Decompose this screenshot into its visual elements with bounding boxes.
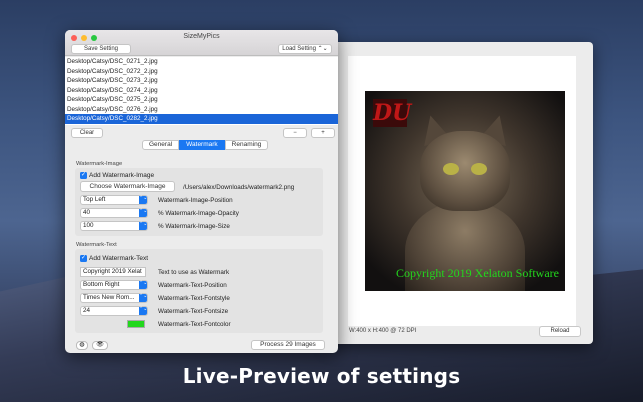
tab-general[interactable]: General xyxy=(142,140,180,150)
process-images-button[interactable]: Process 29 Images xyxy=(251,340,325,350)
choose-watermark-image-button[interactable]: Choose Watermark-Image xyxy=(80,181,175,192)
save-setting-button[interactable]: Save Setting xyxy=(71,44,131,54)
list-item[interactable]: Desktop/Catsy/DSC_0275_2.jpg xyxy=(65,95,338,105)
chevron-updown-icon: ⌃⌄ xyxy=(139,307,147,315)
watermark-image-opacity-value: 40 xyxy=(83,209,91,216)
remove-file-button[interactable]: − xyxy=(283,128,307,138)
chevron-updown-icon: ⌃⌄ xyxy=(139,209,147,217)
watermark-image-section-label: Watermark-Image xyxy=(76,161,123,167)
watermark-text-fontstyle-value: Times New Rom... xyxy=(83,294,135,301)
watermark-text-label: Text to use as Watermark xyxy=(158,269,230,276)
reload-button[interactable]: Reload xyxy=(539,326,581,337)
watermark-image-path: /Users/alex/Downloads/watermark2.png xyxy=(183,184,295,191)
watermark-text-color-well[interactable] xyxy=(127,320,145,328)
preview-image: DU Copyright 2019 Xelaton Software xyxy=(365,91,565,291)
watermark-image-size-value: 100 xyxy=(83,222,94,229)
list-item[interactable]: Desktop/Catsy/DSC_0274_2.jpg xyxy=(65,86,338,96)
chevron-updown-icon: ⌃⌄ xyxy=(139,222,147,230)
tab-bar: General Watermark Renaming xyxy=(142,140,269,150)
watermark-text-fontsize-label: Watermark-Text-Fontsize xyxy=(158,308,229,315)
clear-button[interactable]: Clear xyxy=(71,128,103,138)
watermark-image-opacity-stepper[interactable]: 40 ⌃⌄ xyxy=(80,208,148,218)
list-item[interactable]: Desktop/Catsy/DSC_0272_2.jpg xyxy=(65,67,338,77)
add-watermark-text-label: Add Watermark-Text xyxy=(89,255,148,262)
image-dimensions-status: W:400 x H:400 @ 72 DPI xyxy=(349,328,417,334)
watermark-image-position-label: Watermark-Image-Position xyxy=(158,197,233,204)
tab-renaming[interactable]: Renaming xyxy=(224,140,269,150)
watermark-image-size-stepper[interactable]: 100 ⌃⌄ xyxy=(80,221,148,231)
watermark-text-position-select[interactable]: Bottom Right ⌃⌄ xyxy=(80,280,148,290)
watermark-text-position-value: Bottom Right xyxy=(83,281,120,288)
main-window: SizeMyPics Save Setting Load Setting ⌃⌄ … xyxy=(65,30,338,353)
add-watermark-image-label: Add Watermark-Image xyxy=(89,172,155,179)
watermark-text-position-label: Watermark-Text-Position xyxy=(158,282,227,289)
chevron-updown-icon: ⌃⌄ xyxy=(139,196,147,204)
watermark-text-section-label: Watermark-Text xyxy=(76,242,117,248)
watermark-text-fontsize-value: 24 xyxy=(83,307,91,314)
chevron-updown-icon: ⌃⌄ xyxy=(139,281,147,289)
eye-icon[interactable]: 👁 xyxy=(92,341,108,350)
watermark-image-size-label: % Watermark-Image-Size xyxy=(158,223,230,230)
watermark-text-fontstyle-select[interactable]: Times New Rom... ⌃⌄ xyxy=(80,293,148,303)
add-watermark-image-checkbox[interactable]: ✓ xyxy=(80,172,87,179)
globe-icon[interactable]: ◍ xyxy=(76,341,88,350)
load-setting-button[interactable]: Load Setting ⌃⌄ xyxy=(278,44,332,54)
chevron-updown-icon: ⌃⌄ xyxy=(317,46,328,52)
watermark-image-position-select[interactable]: Top Left ⌃⌄ xyxy=(80,195,148,205)
window-title: SizeMyPics xyxy=(183,33,220,40)
add-file-button[interactable]: + xyxy=(311,128,335,138)
list-item[interactable]: Desktop/Catsy/DSC_0271_2.jpg xyxy=(65,57,338,67)
watermark-text-input[interactable]: Copyright 2019 Xelat xyxy=(80,267,146,277)
file-list[interactable]: Desktop/Catsy/DSC_0271_2.jpg Desktop/Cat… xyxy=(65,57,338,125)
preview-canvas: DU Copyright 2019 Xelaton Software xyxy=(348,56,576,326)
watermark-image-opacity-label: % Watermark-Image-Opacity xyxy=(158,210,239,217)
watermark-text-fontsize-stepper[interactable]: 24 ⌃⌄ xyxy=(80,306,148,316)
add-watermark-text-checkbox[interactable]: ✓ xyxy=(80,255,87,262)
watermark-text-fontcolor-label: Watermark-Text-Fontcolor xyxy=(158,321,231,328)
watermark-text-preview: Copyright 2019 Xelaton Software xyxy=(396,266,559,280)
list-item-selected[interactable]: Desktop/Catsy/DSC_0282_2.jpg xyxy=(65,114,338,124)
list-item[interactable]: Desktop/Catsy/DSC_0276_2.jpg xyxy=(65,105,338,115)
preview-window: DU Copyright 2019 Xelaton Software W:400… xyxy=(330,42,593,344)
watermark-image-position-value: Top Left xyxy=(83,196,106,203)
watermark-text-fontstyle-label: Watermark-Text-Fontstyle xyxy=(158,295,230,302)
watermark-logo: DU xyxy=(373,99,412,127)
load-setting-label: Load Setting xyxy=(282,46,316,52)
caption-text: Live-Preview of settings xyxy=(182,364,461,388)
list-item[interactable]: Desktop/Catsy/DSC_0273_2.jpg xyxy=(65,76,338,86)
chevron-updown-icon: ⌃⌄ xyxy=(139,294,147,302)
tab-watermark[interactable]: Watermark xyxy=(179,140,225,150)
